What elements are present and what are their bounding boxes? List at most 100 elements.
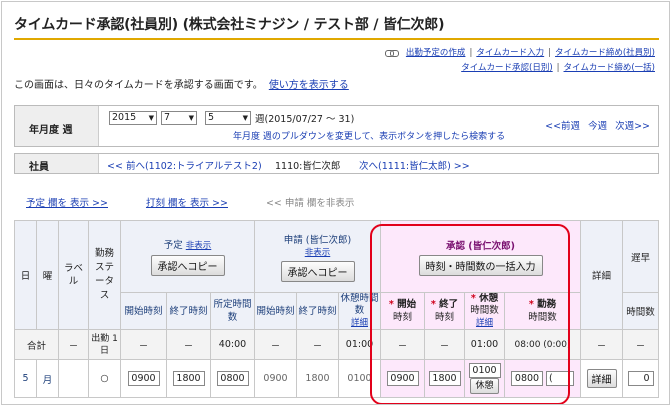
sum-plan-hours: 40:00 bbox=[210, 329, 255, 360]
title-bar: タイムカード承認(社員別) (株式会社ミナジン / テスト部 / 皆仁次郎) bbox=[14, 10, 659, 40]
appr-start-input[interactable]: 0900 bbox=[386, 371, 419, 386]
header-req-end: 終了時刻 bbox=[296, 292, 339, 330]
req-break-value: 0100 bbox=[338, 359, 381, 398]
appr-break-input[interactable]: 0100 bbox=[468, 363, 501, 378]
month-select[interactable]: 7 ▼ bbox=[161, 111, 197, 125]
current-employee: 1110:皆仁次郎 bbox=[275, 161, 341, 172]
header-label: ラベル bbox=[58, 220, 89, 330]
row-label bbox=[58, 359, 89, 398]
approval-title: 承認 (皆仁次郎) bbox=[381, 237, 580, 252]
header-appr-break: * 休憩 時間数 詳細 bbox=[464, 292, 505, 330]
sum-appr-break: 01:00 bbox=[464, 329, 505, 360]
employee-label: 社員 bbox=[15, 154, 99, 173]
header-late-hours: 時間数 bbox=[622, 292, 659, 330]
column-toggles: 予定 欄を 表示 >> 打刻 欄を 表示 >> << 申請 欄を非表示 bbox=[26, 195, 354, 209]
sum-appr-start: － bbox=[380, 329, 425, 360]
this-week-link[interactable]: 今週 bbox=[588, 121, 607, 132]
sum-appr-end: － bbox=[424, 329, 465, 360]
period-note: 年月度 週のプルダウンを変更して、表示ボタンを押したら検索する bbox=[233, 132, 506, 142]
page-title: タイムカード承認(社員別) (株式会社ミナジン / テスト部 / 皆仁次郎) bbox=[14, 17, 445, 33]
appr-end-input[interactable]: 1800 bbox=[428, 371, 461, 386]
header-plan-hours: 所定時間数 bbox=[210, 292, 255, 330]
howto-link[interactable]: 使い方を表示する bbox=[269, 80, 349, 91]
header-plan-start: 開始時刻 bbox=[120, 292, 167, 330]
link-timecard-close-employee[interactable]: タイムカード締め(社員別) bbox=[555, 48, 655, 58]
sum-appr-work: 08:00 (0:00) bbox=[504, 329, 581, 360]
intro-text: この画面は、日々のタイムカードを承認する画面です。 bbox=[14, 80, 263, 91]
year-select[interactable]: 2015 ▼ bbox=[109, 111, 157, 125]
week-select[interactable]: 5 ▼ bbox=[205, 111, 251, 125]
late-hours-input[interactable]: 0 bbox=[627, 371, 654, 386]
row-status: ○ bbox=[88, 359, 121, 398]
link-timecard-input[interactable]: タイムカード入力 bbox=[476, 48, 544, 58]
detail-button[interactable]: 詳細 bbox=[586, 369, 617, 388]
sum-req-start: － bbox=[254, 329, 297, 360]
appr-work-input[interactable]: 0800 bbox=[511, 371, 543, 386]
page-frame: タイムカード承認(社員別) (株式会社ミナジン / テスト部 / 皆仁次郎) 出… bbox=[1, 1, 670, 405]
prev-employee-link[interactable]: << 前へ(1102:トライアルテスト2) bbox=[107, 158, 262, 172]
header-detail: 詳細 bbox=[580, 220, 623, 330]
toggle-request-link[interactable]: << 申請 欄を非表示 bbox=[266, 198, 354, 209]
appr-work-overtime[interactable]: ( bbox=[546, 371, 575, 386]
sum-plan-start: － bbox=[120, 329, 167, 360]
header-weekday: 曜 bbox=[36, 220, 59, 330]
plan-title: 予定 bbox=[163, 240, 183, 251]
header-status: 勤務ステータス bbox=[88, 220, 121, 330]
timecard-table: 日 曜 ラベル 勤務ステータス 予定 非表示 承認へコピー 申請 (皆仁次郎) … bbox=[14, 220, 659, 398]
link-timecard-close-bulk[interactable]: タイムカード締め(一括) bbox=[564, 63, 655, 73]
sum-detail: － bbox=[580, 329, 623, 360]
request-copy-button[interactable]: 承認へコピー bbox=[280, 260, 355, 282]
toggle-plan-link[interactable]: 予定 欄を 表示 >> bbox=[26, 198, 108, 209]
header-req-break: 休憩時間数 詳細 bbox=[338, 292, 381, 330]
sum-late: － bbox=[622, 329, 659, 360]
chevron-down-icon: ▼ bbox=[148, 114, 154, 122]
link-icon bbox=[385, 49, 400, 57]
plan-start-input[interactable]: 0900 bbox=[127, 371, 160, 386]
row-day: 5 bbox=[14, 359, 37, 398]
next-employee-link[interactable]: 次へ(1111:皆仁太郎) >> bbox=[359, 158, 470, 172]
intro: この画面は、日々のタイムカードを承認する画面です。 使い方を表示する bbox=[14, 76, 349, 91]
request-title: 申請 (皆仁次郎) bbox=[283, 234, 352, 246]
req-break-detail-link[interactable]: 詳細 bbox=[340, 317, 380, 329]
appr-break-detail-link[interactable]: 詳細 bbox=[466, 317, 504, 329]
toggle-stamp-link[interactable]: 打刻 欄を 表示 >> bbox=[146, 198, 228, 209]
plan-hours-input[interactable]: 0800 bbox=[216, 371, 249, 386]
plan-hide-link[interactable]: 非表示 bbox=[186, 241, 212, 251]
period-label: 年月度 週 bbox=[15, 106, 99, 146]
header-day: 日 bbox=[14, 220, 37, 330]
sum-status: 出勤 1日 bbox=[88, 329, 121, 360]
req-start-value: 0900 bbox=[254, 359, 297, 398]
next-week-link[interactable]: 次週>> bbox=[615, 121, 650, 132]
top-links: 出勤予定の作成 | タイムカード入力 | タイムカード締め(社員別) タイムカード承認(… bbox=[385, 46, 655, 76]
header-plan-end: 終了時刻 bbox=[166, 292, 211, 330]
week-range: 週(2015/07/27 ～ 31) bbox=[255, 114, 355, 125]
req-end-value: 1800 bbox=[296, 359, 339, 398]
sum-req-end: － bbox=[296, 329, 339, 360]
plan-header: 予定 非表示 承認へコピー bbox=[120, 220, 255, 293]
employee-selector: 社員 << 前へ(1102:トライアルテスト2) 1110:皆仁次郎 次へ(11… bbox=[14, 153, 659, 174]
week-nav: <<前週 今週 次週>> bbox=[537, 118, 650, 132]
sum-label-cell: － bbox=[58, 329, 89, 360]
approval-header: 承認 (皆仁次郎) 時刻・時間数の一括入力 bbox=[380, 220, 581, 293]
period-selector: 年月度 週 2015 ▼ 7 ▼ 5 ▼ 週(2015/07/27 ～ 31) 年月度… bbox=[14, 105, 659, 147]
plan-end-input[interactable]: 1800 bbox=[172, 371, 205, 386]
header-late: 遅早 bbox=[622, 220, 659, 293]
header-req-start: 開始時刻 bbox=[254, 292, 297, 330]
chevron-down-icon: ▼ bbox=[188, 114, 194, 122]
prev-week-link[interactable]: <<前週 bbox=[545, 121, 580, 132]
sum-plan-end: － bbox=[166, 329, 211, 360]
header-appr-start: * 開始 時刻 bbox=[380, 292, 425, 330]
request-header: 申請 (皆仁次郎) 非表示 承認へコピー bbox=[254, 220, 381, 293]
row-weekday: 月 bbox=[36, 359, 59, 398]
break-button[interactable]: 休憩 bbox=[470, 378, 499, 394]
link-create-plan[interactable]: 出勤予定の作成 bbox=[406, 48, 466, 58]
bulk-input-button[interactable]: 時刻・時間数の一括入力 bbox=[418, 254, 543, 276]
header-appr-work: * 勤務 時間数 bbox=[504, 292, 581, 330]
link-timecard-approve-daily[interactable]: タイムカード承認(日別) bbox=[461, 63, 552, 73]
sum-req-break: 01:00 bbox=[338, 329, 381, 360]
plan-copy-button[interactable]: 承認へコピー bbox=[150, 255, 225, 276]
chevron-down-icon: ▼ bbox=[242, 114, 248, 122]
request-hide-link[interactable]: 非表示 bbox=[305, 248, 331, 258]
table-row: 5 月 ○ 0900 1800 0800 0900 1800 0100 0900… bbox=[14, 359, 659, 398]
header-appr-end: * 終了 時刻 bbox=[424, 292, 465, 330]
